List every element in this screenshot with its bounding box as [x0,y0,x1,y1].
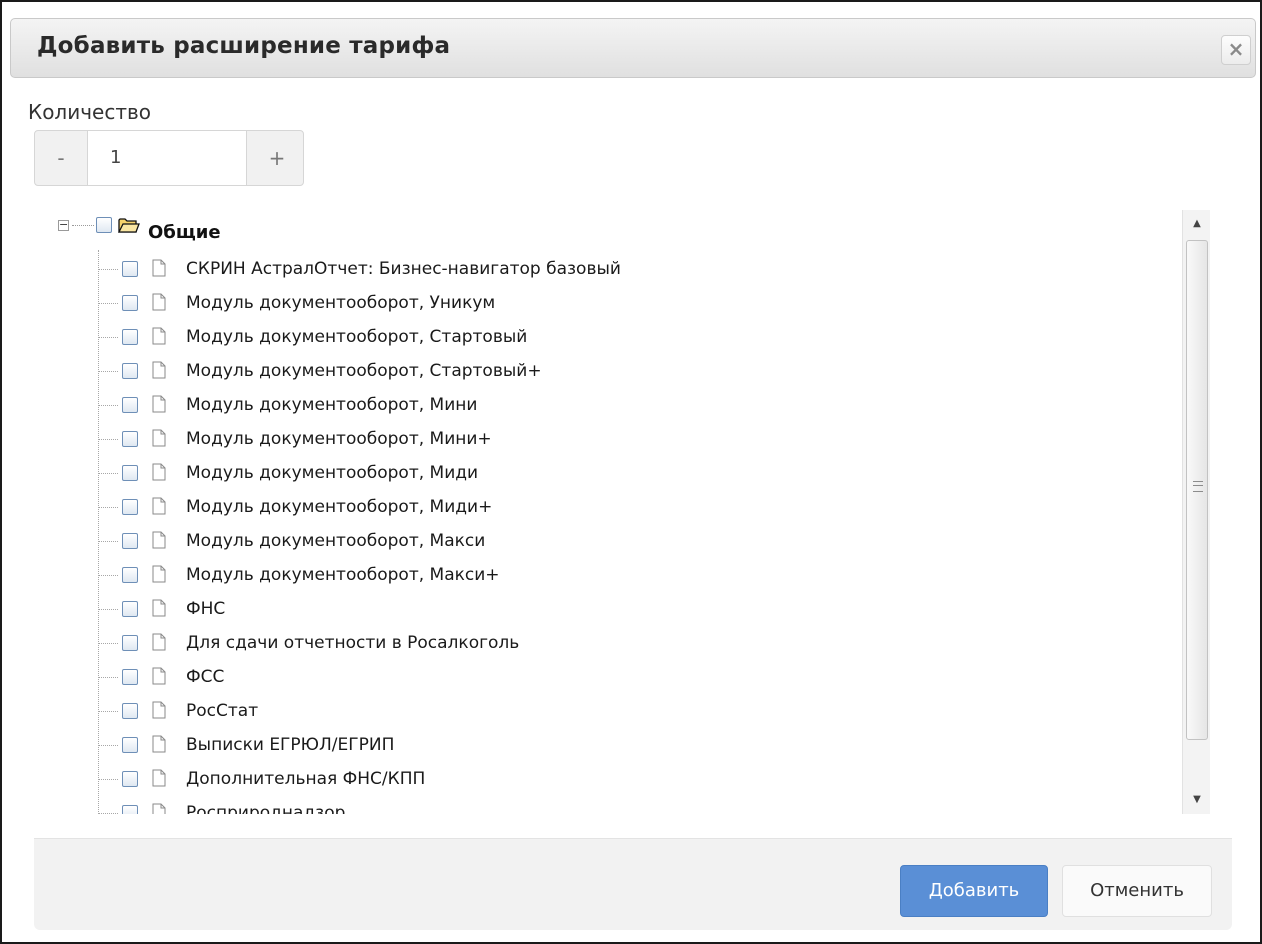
tree-connector [72,225,94,226]
document-icon [152,259,166,277]
add-button[interactable]: Добавить [900,865,1048,917]
tree-item-checkbox[interactable] [122,771,138,787]
document-icon [152,531,166,549]
tree-item-label: Модуль документооборот, Миди+ [186,497,493,517]
tree-item-label: Модуль документооборот, Макси+ [186,565,500,585]
tree-item-checkbox[interactable] [122,261,138,277]
tree-item-checkbox[interactable] [122,737,138,753]
close-icon: × [1227,37,1245,61]
add-tariff-extension-dialog: Добавить расширение тарифа × Количество … [0,0,1262,944]
scrollbar-thumb[interactable] [1186,240,1208,740]
tree-item: Модуль документооборот, Мини [98,386,1158,420]
tree-item-checkbox[interactable] [122,363,138,379]
tree-item-checkbox[interactable] [122,397,138,413]
tree-item-checkbox[interactable] [122,669,138,685]
close-button[interactable]: × [1221,35,1251,65]
tree-item-label: РосСтат [186,701,259,721]
tree-item-label: ФНС [186,599,226,619]
document-icon [152,497,166,515]
tree-item-label: СКРИН АстралОтчет: Бизнес-навигатор базо… [186,259,621,279]
document-icon [152,633,166,651]
tree-item-label: ФСС [186,667,225,687]
tree-item-checkbox[interactable] [122,431,138,447]
document-icon [152,361,166,379]
tree-item: Модуль документооборот, Мини+ [98,420,1158,454]
dialog-titlebar: Добавить расширение тарифа × [10,18,1256,78]
tree-item: Модуль документооборот, Миди [98,454,1158,488]
scroll-down-icon[interactable]: ▼ [1183,786,1211,814]
tree-item-checkbox[interactable] [122,567,138,583]
tree-item-checkbox[interactable] [122,499,138,515]
document-icon [152,565,166,583]
tree-item: СКРИН АстралОтчет: Бизнес-навигатор базо… [98,250,1158,284]
dialog-footer: Добавить Отменить [34,838,1232,930]
document-icon [152,769,166,787]
tree-item-label: Модуль документооборот, Мини [186,395,478,415]
tree-root-checkbox[interactable] [96,217,112,233]
tree-item-label: Модуль документооборот, Мини+ [186,429,492,449]
tree-node-general: − Общие [58,210,1158,246]
document-icon [152,429,166,447]
document-icon [152,667,166,685]
document-icon [152,327,166,345]
tree-item-checkbox[interactable] [122,805,138,814]
quantity-stepper: - 1 + [34,130,304,186]
tree-item: Модуль документооборот, Уникум [98,284,1158,318]
collapse-toggle-icon[interactable]: − [58,219,69,231]
tree-item-checkbox[interactable] [122,703,138,719]
tree-item-label: Модуль документооборот, Макси [186,531,486,551]
tree-item: Модуль документооборот, Макси+ [98,556,1158,590]
tree-item-label: Выписки ЕГРЮЛ/ЕГРИП [186,735,395,755]
tree-item: ФСС [98,658,1158,692]
folder-open-icon [118,218,140,233]
tree-item-label: Росприроднадзор [186,803,346,814]
tree-item: Модуль документооборот, Макси [98,522,1158,556]
tree-item: ФНС [98,590,1158,624]
document-icon [152,463,166,481]
tree-item-checkbox[interactable] [122,329,138,345]
quantity-label: Количество [28,100,152,124]
tree-item-checkbox[interactable] [122,295,138,311]
tree-item-label: Для сдачи отчетности в Росалкоголь [186,633,520,653]
document-icon [152,735,166,753]
tree-root-label: Общие [148,222,221,243]
tree-item: Модуль документооборот, Миди+ [98,488,1158,522]
tree-item: Росприроднадзор [98,794,1158,814]
document-icon [152,803,166,814]
tree-item-label: Модуль документооборот, Стартовый [186,327,528,347]
tree-item-label: Модуль документооборот, Уникум [186,293,496,313]
tree-item-checkbox[interactable] [122,601,138,617]
scroll-up-icon[interactable]: ▲ [1183,210,1211,238]
tree-item-checkbox[interactable] [122,533,138,549]
increment-button[interactable]: + [251,131,303,185]
tree-item: Для сдачи отчетности в Росалкоголь [98,624,1158,658]
tree-item-label: Модуль документооборот, Миди [186,463,479,483]
grip-icon [1193,481,1203,492]
tree-item: Модуль документооборот, Стартовый+ [98,352,1158,386]
tree-item-checkbox[interactable] [122,635,138,651]
dialog-title: Добавить расширение тарифа [37,33,451,59]
tree-item-label: Модуль документооборот, Стартовый+ [186,361,542,381]
tree-item: Модуль документооборот, Стартовый [98,318,1158,352]
decrement-button[interactable]: - [35,131,87,185]
tree-scrollbar[interactable]: ▲ ▼ [1182,210,1210,814]
tree-item-checkbox[interactable] [122,465,138,481]
document-icon [152,599,166,617]
tree-item-label: Дополнительная ФНС/КПП [186,769,426,789]
document-icon [152,701,166,719]
tariff-tree: − Общие СКРИН АстралОтчет: Бизнес-навига… [58,210,1178,814]
document-icon [152,293,166,311]
tree-item: Дополнительная ФНС/КПП [98,760,1158,794]
cancel-button[interactable]: Отменить [1062,865,1212,917]
document-icon [152,395,166,413]
tree-item: Выписки ЕГРЮЛ/ЕГРИП [98,726,1158,760]
quantity-input[interactable]: 1 [87,131,247,185]
tree-item: РосСтат [98,692,1158,726]
